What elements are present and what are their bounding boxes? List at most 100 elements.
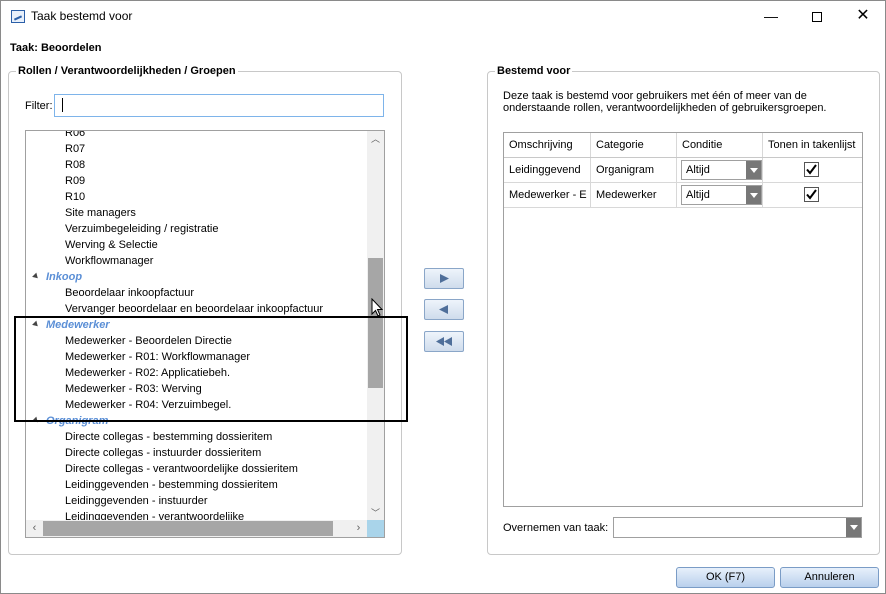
scroll-right-icon[interactable]: › [350, 520, 367, 537]
tree-item[interactable]: Beoordelaar inkoopfactuur [26, 285, 367, 301]
hscroll-thumb[interactable] [43, 521, 333, 536]
tree-item[interactable]: R06 [26, 131, 367, 141]
tree-item[interactable]: R09 [26, 173, 367, 189]
tree-label: R07 [65, 143, 86, 155]
remove-button[interactable] [424, 299, 464, 320]
dialog-window: Taak bestemd voor — ✕ Taak: Beoordelen R… [0, 0, 886, 594]
tree-label: Medewerker - R02: Applicatiebeh. [65, 367, 231, 379]
mouse-cursor-icon [371, 298, 384, 317]
tree-label: Medewerker - Beoordelen Directie [65, 335, 232, 347]
minimize-button[interactable]: — [748, 1, 794, 33]
table-row[interactable]: Medewerker - E Medewerker Altijd [504, 183, 862, 208]
tree-item[interactable]: Site managers [26, 205, 367, 221]
tree-item[interactable]: Medewerker - R03: Werving [26, 381, 367, 397]
tree-group-header[interactable]: Organigram [26, 413, 367, 429]
tree-group-header[interactable]: Medewerker [26, 317, 367, 333]
scroll-thumb[interactable] [368, 258, 383, 388]
text-caret [62, 98, 63, 112]
tree-label: R08 [65, 159, 86, 171]
cell-tonen [763, 158, 862, 182]
tree-item[interactable]: Medewerker - R01: Workflowmanager [26, 349, 367, 365]
chevron-down-icon[interactable] [746, 186, 761, 204]
roles-tree[interactable]: R06 R07 R08 R09 R10 Site managers Verzuimbegel… [25, 130, 385, 538]
tree-item[interactable]: Workflowmanager [26, 253, 367, 269]
tree-item[interactable]: R10 [26, 189, 367, 205]
column-header-conditie[interactable]: Conditie [677, 133, 763, 157]
column-header-tonen[interactable]: Tonen in takenlijst [763, 133, 862, 157]
ok-button[interactable]: OK (F7) [676, 567, 775, 588]
table-row[interactable]: Leidinggevend Organigram Altijd [504, 158, 862, 183]
grid-header: Omschrijving Categorie Conditie Tonen in… [504, 133, 862, 158]
tree-label: R10 [65, 191, 86, 203]
tree-label: Directe collegas - verantwoordelijke dos… [65, 463, 298, 475]
tree-item[interactable]: Directe collegas - instuurder dossierite… [26, 445, 367, 461]
expand-arrow-icon[interactable] [32, 272, 40, 281]
filter-label: Filter: [25, 100, 53, 112]
tree-label: Medewerker - R04: Verzuimbegel. [65, 399, 232, 411]
tree-item[interactable]: Medewerker - R04: Verzuimbegel. [26, 397, 367, 413]
condition-value: Altijd [686, 164, 710, 176]
destined-for-legend: Bestemd voor [495, 65, 573, 77]
triangle-right-icon [440, 274, 449, 283]
tree-label: Medewerker - R01: Workflowmanager [65, 351, 251, 363]
cancel-button[interactable]: Annuleren [780, 567, 879, 588]
expand-arrow-icon[interactable] [32, 320, 40, 329]
tree-label: Directe collegas - bestemming dossierite… [65, 431, 273, 443]
tree-item[interactable]: Vervanger beoordelaar en beoordelaar ink… [26, 301, 367, 317]
roles-legend: Rollen / Verantwoordelijkheden / Groepen [16, 65, 238, 77]
tree-item[interactable]: Medewerker - R02: Applicatiebeh. [26, 365, 367, 381]
chevron-down-icon[interactable] [846, 518, 861, 537]
vertical-scrollbar[interactable]: ︿ ﹀ [367, 131, 384, 522]
add-button[interactable] [424, 268, 464, 289]
tree-item[interactable]: Leidinggevenden - instuurder [26, 493, 367, 509]
horizontal-scrollbar[interactable]: ‹ › [26, 520, 367, 537]
tree-label: Vervanger beoordelaar en beoordelaar ink… [65, 303, 324, 315]
tree-label: R09 [65, 175, 86, 187]
double-triangle-left-icon [436, 337, 452, 346]
condition-select[interactable]: Altijd [681, 185, 762, 205]
cell-conditie: Altijd [677, 183, 763, 207]
cell-categorie: Organigram [591, 158, 677, 182]
tree-group-header[interactable]: Inkoop [26, 269, 367, 285]
cell-categorie: Medewerker [591, 183, 677, 207]
tree-item[interactable]: Verzuimbegeleiding / registratie [26, 221, 367, 237]
tree-label: Medewerker [46, 319, 110, 331]
cell-tonen [763, 183, 862, 207]
scrollbar-corner [367, 520, 384, 537]
tree-label: Werving & Selectie [65, 239, 158, 251]
show-in-tasklist-checkbox[interactable] [804, 187, 819, 202]
condition-value: Altijd [686, 189, 710, 201]
maximize-button[interactable] [794, 1, 840, 33]
expand-arrow-icon[interactable] [32, 416, 40, 425]
triangle-left-icon [439, 305, 448, 314]
column-header-categorie[interactable]: Categorie [591, 133, 677, 157]
take-over-select[interactable] [613, 517, 862, 538]
tree-item[interactable]: Leidinggevenden - bestemming dossieritem [26, 477, 367, 493]
scroll-left-icon[interactable]: ‹ [26, 520, 43, 537]
tree-item[interactable]: Directe collegas - bestemming dossierite… [26, 429, 367, 445]
scroll-up-icon[interactable]: ︿ [367, 131, 384, 148]
remove-all-button[interactable] [424, 331, 464, 352]
take-over-label: Overnemen van taak: [503, 522, 609, 534]
condition-select[interactable]: Altijd [681, 160, 762, 180]
close-button[interactable]: ✕ [840, 1, 886, 33]
column-header-omschrijving[interactable]: Omschrijving [504, 133, 591, 157]
show-in-tasklist-checkbox[interactable] [804, 162, 819, 177]
tree-label: Medewerker - R03: Werving [65, 383, 202, 395]
cell-omschrijving: Leidinggevend [504, 158, 591, 182]
description-text: Deze taak is bestemd voor gebruikers met… [503, 90, 827, 114]
tree-label: Verzuimbegeleiding / registratie [65, 223, 219, 235]
title-bar: Taak bestemd voor — ✕ [1, 1, 885, 33]
filter-input[interactable] [54, 94, 384, 117]
tree-item[interactable]: Medewerker - Beoordelen Directie [26, 333, 367, 349]
tree-item[interactable]: R08 [26, 157, 367, 173]
app-icon [11, 10, 25, 23]
checkmark-icon [806, 189, 817, 200]
cell-conditie: Altijd [677, 158, 763, 182]
tree-item[interactable]: R07 [26, 141, 367, 157]
tree-item[interactable]: Directe collegas - verantwoordelijke dos… [26, 461, 367, 477]
cell-omschrijving: Medewerker - E [504, 183, 591, 207]
tree-item[interactable]: Werving & Selectie [26, 237, 367, 253]
chevron-down-icon[interactable] [746, 161, 761, 179]
tree-label: Site managers [65, 207, 136, 219]
